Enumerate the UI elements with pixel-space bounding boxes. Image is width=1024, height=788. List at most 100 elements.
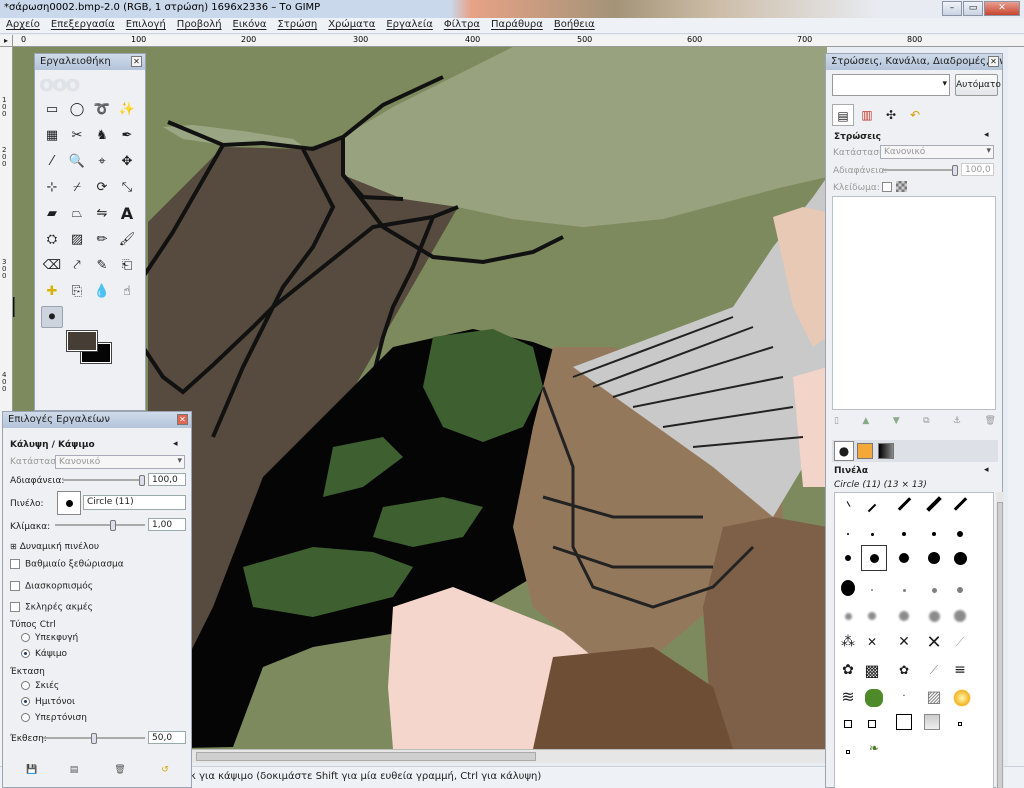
ellipse-select-icon[interactable]: ◯: [66, 98, 88, 120]
selected-brush[interactable]: [861, 545, 887, 571]
opacity-slider[interactable]: [63, 475, 145, 486]
tab-channels[interactable]: ▥: [856, 104, 878, 126]
brush-name-field[interactable]: Circle (11): [83, 495, 186, 510]
tool-options-close-icon[interactable]: ✕: [177, 414, 188, 425]
delete-layer-icon[interactable]: 🗑: [985, 416, 996, 430]
menu-layer[interactable]: Στρώση: [271, 18, 322, 33]
anchor-layer-icon[interactable]: ⚓: [953, 416, 961, 430]
tab-undo[interactable]: ↶: [904, 104, 926, 126]
range-midtones-option[interactable]: Ημιτόνοι: [21, 697, 75, 707]
fade-checkbox[interactable]: [10, 559, 20, 569]
menu-windows[interactable]: Παράθυρα: [485, 18, 548, 33]
dynamics-expander[interactable]: ⊞ Δυναμική πινέλου: [10, 542, 99, 552]
close-button[interactable]: ✕: [984, 1, 1020, 16]
smudge-icon[interactable]: ☝: [116, 280, 138, 302]
ink-icon[interactable]: ✎: [91, 254, 113, 276]
layer-opacity-spin[interactable]: 100,0: [961, 163, 994, 176]
hard-edge-checkbox[interactable]: [10, 602, 20, 612]
scissors-select-icon[interactable]: ✂: [66, 124, 88, 146]
scale-slider[interactable]: [55, 520, 145, 531]
reset-options-icon[interactable]: ↺: [158, 765, 172, 777]
fuzzy-select-icon[interactable]: ✨: [116, 98, 138, 120]
eraser-icon[interactable]: ⌫: [41, 254, 63, 276]
menu-view[interactable]: Προβολή: [171, 18, 227, 33]
mode-select[interactable]: Κανονικό: [55, 455, 185, 469]
menu-filters[interactable]: Φίλτρα: [438, 18, 485, 33]
heal-icon[interactable]: ✚: [41, 280, 63, 302]
measure-icon[interactable]: ⌖: [91, 150, 113, 172]
scale-icon[interactable]: ⤡: [116, 176, 138, 198]
raise-layer-icon[interactable]: ▲: [862, 416, 869, 430]
align-icon[interactable]: ⊹: [41, 176, 63, 198]
brush-preview[interactable]: [57, 491, 81, 515]
paintbrush-icon[interactable]: 🖌: [116, 228, 138, 250]
layer-mode-select[interactable]: Κανονικό: [880, 145, 994, 159]
scale-spin[interactable]: 1,00: [148, 518, 186, 531]
foreground-color-swatch[interactable]: [66, 330, 98, 352]
paths-icon[interactable]: ✒: [116, 124, 138, 146]
new-layer-icon[interactable]: ▯: [834, 416, 839, 430]
lock-alpha-icon[interactable]: [896, 181, 907, 192]
range-highlights-option[interactable]: Υπερτόνιση: [21, 713, 87, 723]
layer-opacity-slider[interactable]: [882, 165, 958, 176]
delete-options-icon[interactable]: 🗑: [113, 765, 127, 777]
opacity-spin[interactable]: 100,0: [148, 473, 186, 486]
layers-menu-icon[interactable]: ◂: [984, 130, 989, 140]
menu-select[interactable]: Επιλογή: [120, 18, 171, 33]
exposure-slider[interactable]: [43, 733, 145, 744]
shear-icon[interactable]: ▰: [41, 202, 63, 224]
lower-layer-icon[interactable]: ▼: [893, 416, 900, 430]
minimize-button[interactable]: –: [942, 1, 962, 16]
restore-options-icon[interactable]: ▤: [67, 765, 81, 777]
range-midtones-radio[interactable]: [21, 697, 30, 706]
horizontal-ruler[interactable]: 0 100 200 300 400 500 600 700 800: [13, 35, 1024, 47]
save-options-icon[interactable]: 💾: [25, 765, 39, 777]
jitter-checkbox[interactable]: [10, 581, 20, 591]
jitter-option[interactable]: Διασκορπισμός: [10, 581, 93, 592]
range-shadows-radio[interactable]: [21, 681, 30, 690]
menu-file[interactable]: Αρχείο: [0, 18, 45, 33]
range-highlights-radio[interactable]: [21, 713, 30, 722]
brush-grid[interactable]: ⁂ ✕ ✕ ✕ ⟋ ✿ ▩ ✿ ⟋ ≡ ≋ · ▨ ❧: [834, 492, 994, 788]
maximize-button[interactable]: ▭: [963, 1, 983, 16]
brushes-menu-icon[interactable]: ◂: [984, 465, 989, 475]
toolbox-close-icon[interactable]: ✕: [131, 56, 142, 67]
zoom-icon[interactable]: 🔍: [66, 150, 88, 172]
color-select-icon[interactable]: ▦: [41, 124, 63, 146]
toolbox-header[interactable]: Εργαλειοθήκη ✕: [35, 54, 145, 70]
type-burn-option[interactable]: Κάψιμο: [21, 649, 67, 659]
menu-tools[interactable]: Εργαλεία: [380, 18, 437, 33]
flip-icon[interactable]: ⇋: [91, 202, 113, 224]
blur-icon[interactable]: 💧: [91, 280, 113, 302]
brushes-scrollbar[interactable]: [996, 492, 1004, 788]
tab-patterns[interactable]: [857, 443, 873, 459]
range-shadows-option[interactable]: Σκιές: [21, 681, 59, 691]
layers-dock-close-icon[interactable]: ✕: [988, 56, 999, 67]
text-icon[interactable]: A: [116, 202, 138, 224]
ruler-origin-button[interactable]: ▸: [0, 35, 13, 47]
clone-icon[interactable]: ⎗: [116, 254, 138, 276]
tool-options-header[interactable]: Επιλογές Εργαλείων ✕: [3, 412, 191, 428]
auto-button[interactable]: Αυτόματο: [955, 74, 1001, 96]
tool-options-menu-icon[interactable]: ◂: [173, 439, 178, 449]
menu-edit[interactable]: Επεξεργασία: [45, 18, 120, 33]
foreground-select-icon[interactable]: ♞: [91, 124, 113, 146]
free-select-icon[interactable]: ➰: [91, 98, 113, 120]
tab-paths[interactable]: ✣: [880, 104, 902, 126]
horizontal-scrollbar[interactable]: [146, 749, 828, 763]
color-picker-icon[interactable]: ⁄: [41, 150, 63, 172]
color-swatches[interactable]: [65, 329, 112, 365]
type-dodge-radio[interactable]: [21, 633, 30, 642]
image-select-combo[interactable]: ▾: [832, 74, 950, 96]
blend-icon[interactable]: ▨: [66, 228, 88, 250]
pencil-icon[interactable]: ✏: [91, 228, 113, 250]
duplicate-layer-icon[interactable]: ⧉: [923, 416, 929, 430]
scrollbar-thumb[interactable]: [196, 752, 536, 761]
type-dodge-option[interactable]: Υπεκφυγή: [21, 633, 78, 643]
tab-gradients[interactable]: [878, 443, 894, 459]
fade-option[interactable]: Βαθμιαίο ξεθώριασμα: [10, 559, 124, 570]
lock-pixels-checkbox[interactable]: [882, 182, 892, 192]
rect-select-icon[interactable]: ▭: [41, 98, 63, 120]
type-burn-radio[interactable]: [21, 649, 30, 658]
layers-list[interactable]: [832, 196, 996, 410]
